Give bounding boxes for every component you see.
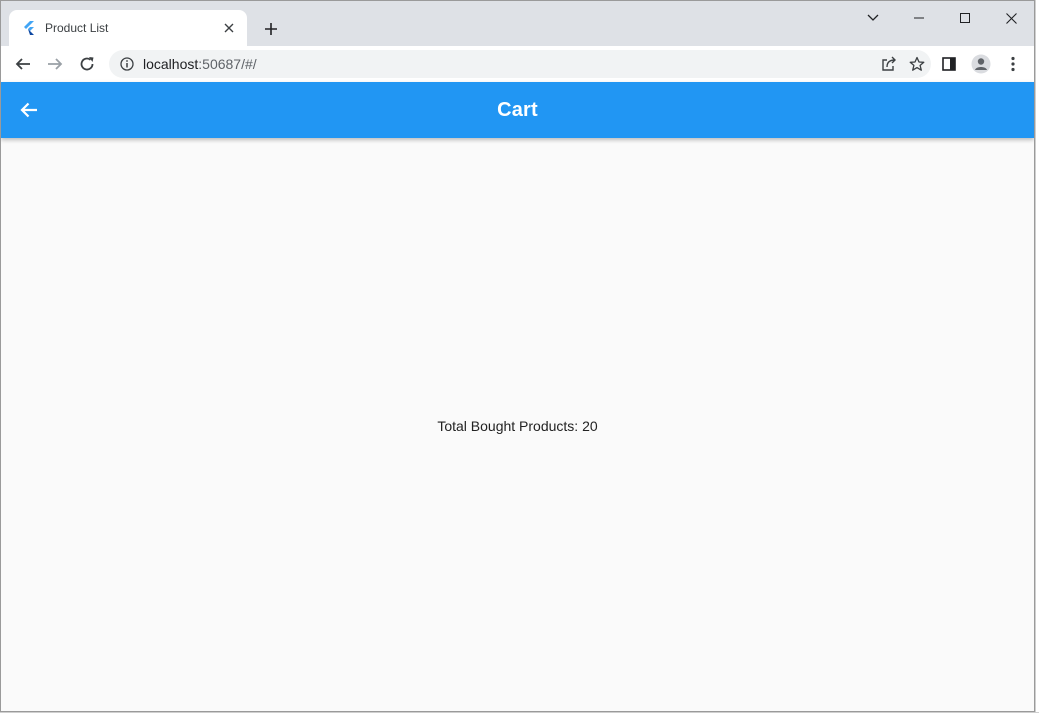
share-icon[interactable] [875,50,903,78]
minimize-icon[interactable] [896,1,942,35]
window-controls [850,1,1034,35]
back-arrow-icon[interactable] [13,94,45,126]
site-info-icon[interactable] [119,56,135,72]
tab-strip: Product List [1,1,1034,46]
tab-close-icon[interactable] [221,20,237,36]
back-arrow-icon[interactable] [9,50,37,78]
side-panel-icon[interactable] [935,50,963,78]
cart-body: Total Bought Products: 20 [1,138,1034,711]
address-bar[interactable]: localhost:50687/#/ [109,50,931,78]
browser-toolbar: localhost:50687/#/ [1,46,1034,82]
reload-icon[interactable] [73,50,101,78]
flutter-favicon-icon [21,20,37,36]
web-page: Cart Total Bought Products: 20 [1,82,1034,711]
browser-window: Product List localhost:50687/#/ Cart Tot… [0,0,1035,712]
app-bar: Cart [1,82,1034,138]
close-window-icon[interactable] [988,1,1034,35]
tab-title: Product List [45,21,109,35]
background-window-edge [1035,0,1039,718]
browser-menu-kebab-icon[interactable] [999,50,1027,78]
forward-arrow-icon[interactable] [41,50,69,78]
page-title: Cart [497,98,538,121]
taskbar-edge [0,712,1039,718]
maximize-icon[interactable] [942,1,988,35]
new-tab-plus-icon[interactable] [259,17,283,41]
total-bought-products-text: Total Bought Products: 20 [437,417,598,434]
tab-search-chevron-icon[interactable] [850,1,896,35]
profile-avatar-icon[interactable] [967,50,995,78]
bookmark-star-icon[interactable] [903,50,931,78]
url-text: localhost:50687/#/ [143,56,257,72]
tab-product-list[interactable]: Product List [9,10,247,46]
